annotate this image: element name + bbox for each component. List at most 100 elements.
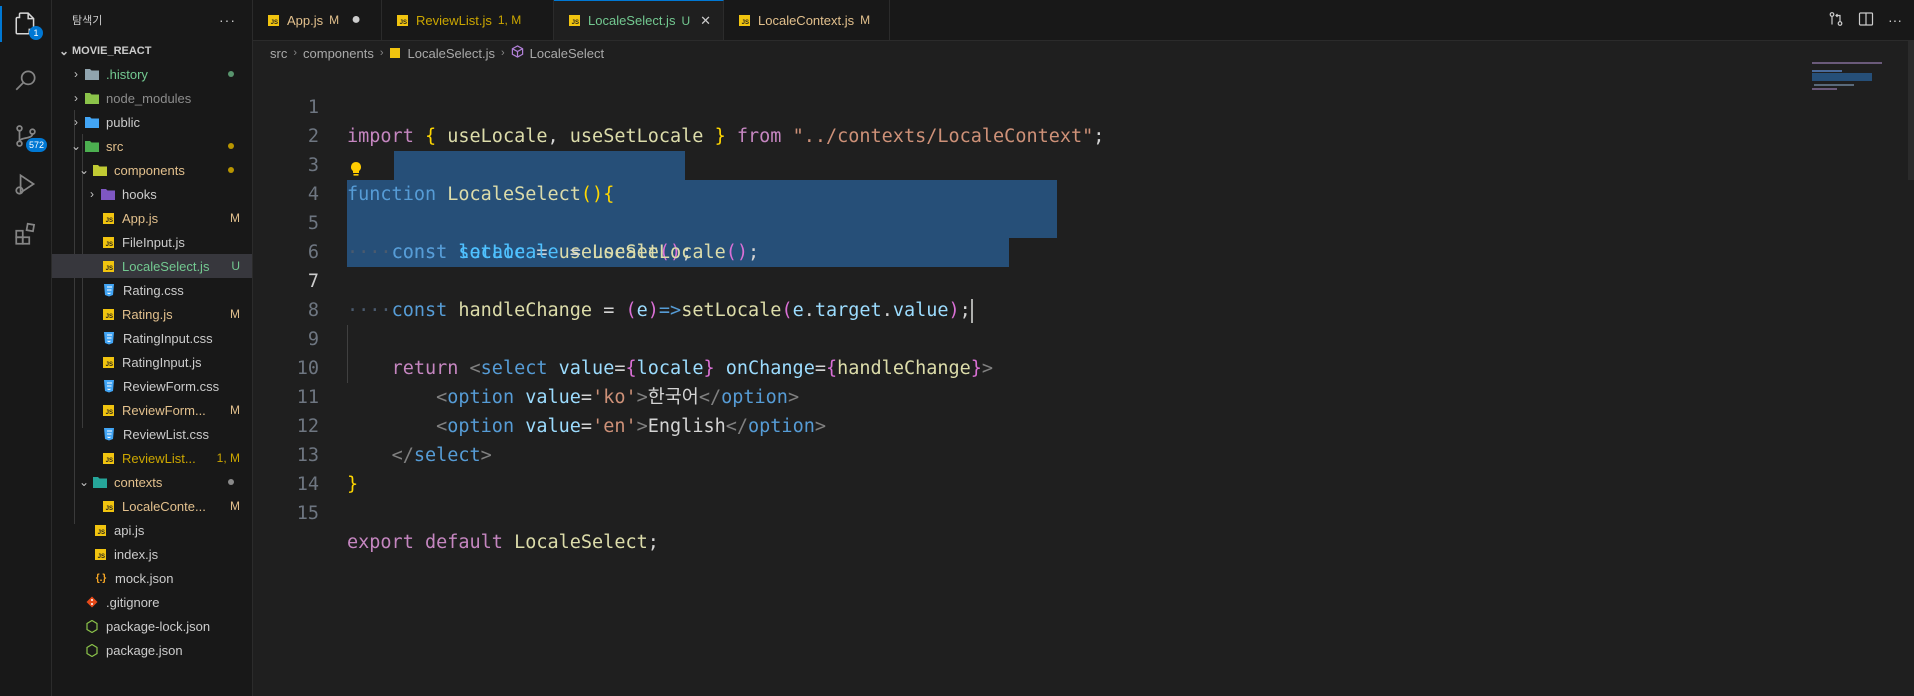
tree-item-ratinginput-css[interactable]: RatingInput.css <box>52 326 252 350</box>
tree-item-public[interactable]: › public <box>52 110 252 134</box>
js-file-icon: JS <box>103 236 114 248</box>
tab-label: ReviewList.js <box>416 12 492 28</box>
tree-item-label: components <box>114 162 185 178</box>
tree-item-mock-json[interactable]: {.} mock.json <box>52 566 252 590</box>
breadcrumb-item[interactable]: LocaleSelect <box>530 46 604 61</box>
tree-item-node-modules[interactable]: › node_modules <box>52 86 252 110</box>
tab-app-js[interactable]: JS App.js M ● <box>253 0 382 40</box>
tree-item-label: .gitignore <box>106 594 160 610</box>
tree-item-label: index.js <box>114 546 159 562</box>
nodejs-file-icon <box>84 618 100 634</box>
search-icon[interactable] <box>0 56 51 104</box>
tab-reviewlist-js[interactable]: JS ReviewList.js 1, M <box>382 0 554 40</box>
hooks-folder-icon <box>100 186 116 202</box>
tree-item-reviewlist-js[interactable]: JS ReviewList... 1, M <box>52 446 252 470</box>
css-file-icon <box>101 426 117 442</box>
open-changes-icon[interactable] <box>1828 11 1844 30</box>
tree-item-label: contexts <box>114 474 163 490</box>
tree-item-reviewform-js[interactable]: JS ReviewForm... M <box>52 398 252 422</box>
tree-item-localecontext-js[interactable]: JS LocaleConte... M <box>52 494 252 518</box>
scrollbar[interactable] <box>1908 40 1914 180</box>
run-debug-icon[interactable] <box>0 160 51 208</box>
code-editor[interactable]: 1 import { useLocale, useSetLocale } fro… <box>253 64 1914 696</box>
tree-item-src[interactable]: ⌄ src <box>52 134 252 158</box>
js-file-icon: JS <box>103 260 114 272</box>
tree-item-rating-js[interactable]: JS Rating.js M <box>52 302 252 326</box>
more-actions-icon[interactable]: ··· <box>219 12 236 28</box>
js-file-icon: JS <box>103 404 114 416</box>
tree-item-localeselect-js[interactable]: JS LocaleSelect.js U <box>52 254 252 278</box>
json-file-icon: {.} <box>95 572 107 584</box>
symbol-method-icon <box>511 45 524 61</box>
chevron-down-icon: ⌄ <box>58 44 70 58</box>
tree-item-ratinginput-js[interactable]: JS RatingInput.js <box>52 350 252 374</box>
tree-item-label: package-lock.json <box>106 618 211 634</box>
tree-item-app-js[interactable]: JS App.js M <box>52 206 252 230</box>
scm-badge: 572 <box>25 138 47 152</box>
tree-item-reviewform-css[interactable]: ReviewForm.css <box>52 374 252 398</box>
minimap[interactable] <box>1812 62 1902 92</box>
tab-status: M <box>329 13 340 27</box>
git-status: M <box>230 211 240 225</box>
tree-item-reviewlist-css[interactable]: ReviewList.css <box>52 422 252 446</box>
js-file-icon: JS <box>95 524 106 536</box>
js-file-icon: JS <box>569 15 580 26</box>
code-line: 8 <box>253 267 1914 321</box>
tree-item-api-js[interactable]: JS api.js <box>52 518 252 542</box>
chevron-right-icon: › <box>500 47 505 59</box>
chevron-down-icon: ⌄ <box>78 163 90 177</box>
extensions-icon[interactable] <box>0 210 51 258</box>
sidebar-title: 탐색기 <box>72 15 103 27</box>
tree-item-fileinput-js[interactable]: JS FileInput.js <box>52 230 252 254</box>
unsaved-dot-icon[interactable]: ● <box>349 11 363 29</box>
tree-item-label: ReviewForm... <box>122 402 206 418</box>
breadcrumb-item[interactable]: LocaleSelect.js <box>408 46 495 61</box>
tab-localecontext-js[interactable]: JS LocaleContext.js M <box>724 0 890 40</box>
tree-item-label: ReviewForm.css <box>123 378 220 394</box>
tree-item-history[interactable]: › .history <box>52 62 252 86</box>
contexts-folder-icon <box>92 474 108 490</box>
tree-item-label: Rating.js <box>122 306 173 322</box>
tree-item-contexts[interactable]: ⌄ contexts <box>52 470 252 494</box>
tree-item-hooks[interactable]: › hooks <box>52 182 252 206</box>
tab-localeselect-js[interactable]: JS LocaleSelect.js U ✕ <box>554 0 724 40</box>
breadcrumb: src › components › LocaleSelect.js › Loc… <box>270 44 604 62</box>
git-status: U <box>231 259 240 273</box>
tree-item-label: RatingInput.css <box>123 330 213 346</box>
tree-item-gitignore[interactable]: .gitignore <box>52 590 252 614</box>
breadcrumb-item[interactable]: src <box>270 46 287 61</box>
components-folder-icon <box>92 162 108 178</box>
breadcrumb-item[interactable]: components <box>303 46 374 61</box>
tree-item-package-lock-json[interactable]: package-lock.json <box>52 614 252 638</box>
tree-item-label: LocaleSelect.js <box>122 258 210 274</box>
tree-item-components[interactable]: ⌄ components <box>52 158 252 182</box>
code-line: 1 import { useLocale, useSetLocale } fro… <box>253 64 1914 147</box>
public-folder-icon <box>84 114 100 130</box>
node-folder-icon <box>84 90 100 106</box>
tab-label: LocaleContext.js <box>758 12 855 28</box>
tree-item-index-js[interactable]: JS index.js <box>52 542 252 566</box>
close-icon[interactable]: ✕ <box>700 13 711 29</box>
tree-item-label: ReviewList.css <box>123 426 209 442</box>
source-control-icon[interactable]: 572 <box>0 112 51 160</box>
tree-item-label: node_modules <box>106 90 192 106</box>
src-folder-icon <box>84 138 100 154</box>
js-file-icon: JS <box>95 548 106 560</box>
explorer-icon[interactable]: 1 <box>0 0 51 48</box>
tree-item-label: public <box>106 114 140 130</box>
code-line: 10 <option value='ko'>한국어</option> <box>253 325 1914 408</box>
project-root[interactable]: ⌄ MOVIE_REACT <box>52 40 252 62</box>
split-editor-icon[interactable] <box>1858 11 1874 30</box>
more-actions-icon[interactable]: ··· <box>1888 12 1902 28</box>
chevron-right-icon: › <box>74 91 78 105</box>
tab-status: M <box>860 13 871 27</box>
js-file-icon: JS <box>103 500 114 512</box>
js-file-icon: JS <box>397 14 408 26</box>
nodejs-file-icon <box>84 642 100 658</box>
code-line: 14 <box>253 441 1914 495</box>
tree-item-package-json[interactable]: package.json <box>52 638 252 662</box>
tree-item-rating-css[interactable]: Rating.css <box>52 278 252 302</box>
chevron-right-icon: › <box>74 67 78 81</box>
git-status: M <box>230 307 240 321</box>
js-file-icon <box>389 48 400 58</box>
